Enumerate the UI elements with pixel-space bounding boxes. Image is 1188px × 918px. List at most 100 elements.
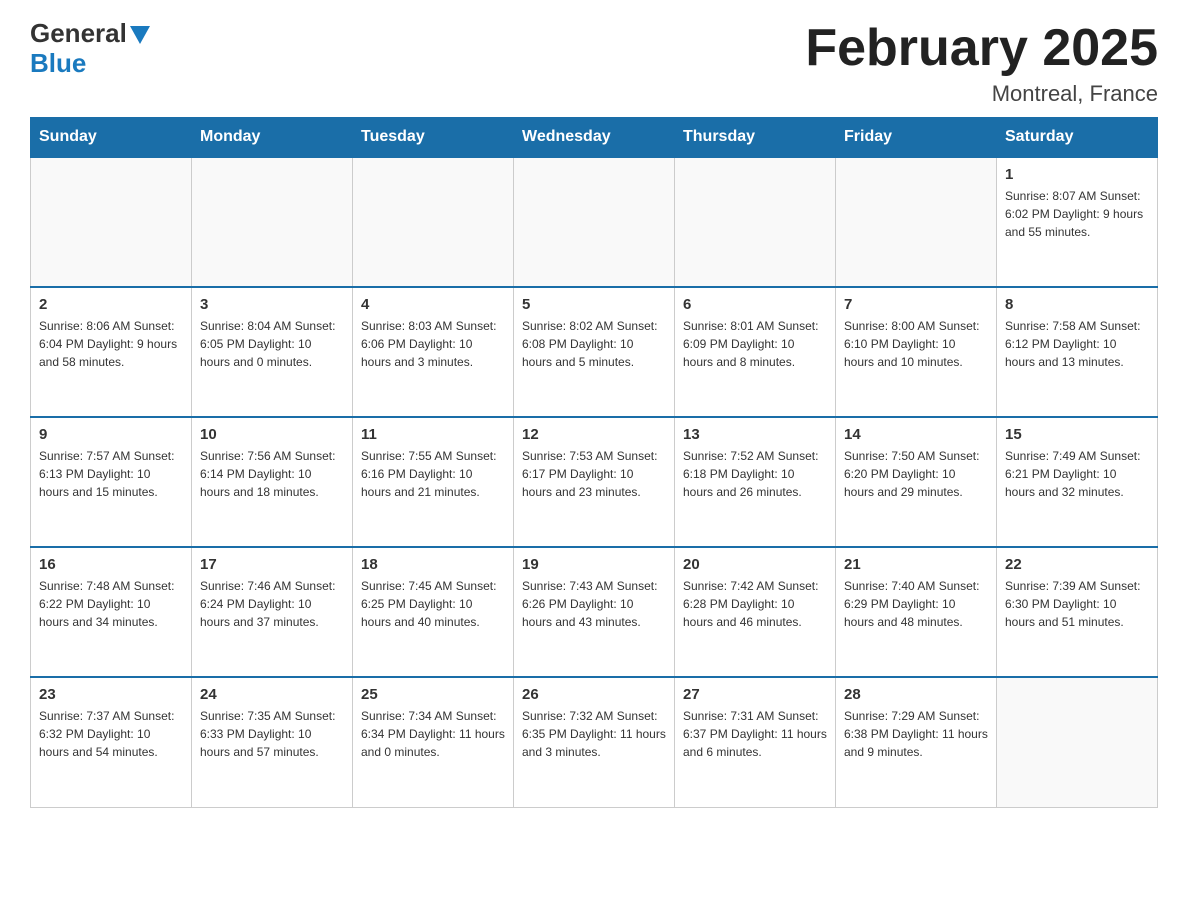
day-number: 24 [200, 686, 344, 703]
calendar-cell: 20 Sunrise: 7:42 AM Sunset: 6:28 PM Dayli… [675, 547, 836, 677]
day-info: Sunrise: 8:01 AM Sunset: 6:09 PM Dayligh… [683, 317, 827, 371]
header-wednesday: Wednesday [514, 118, 675, 158]
day-info: Sunrise: 7:50 AM Sunset: 6:20 PM Dayligh… [844, 447, 988, 501]
day-number: 5 [522, 296, 666, 313]
calendar-cell [31, 157, 192, 287]
week-row-1: 2 Sunrise: 8:06 AM Sunset: 6:04 PM Daylig… [31, 287, 1158, 417]
day-number: 26 [522, 686, 666, 703]
logo-triangle-icon [130, 26, 150, 44]
day-info: Sunrise: 7:29 AM Sunset: 6:38 PM Dayligh… [844, 707, 988, 761]
calendar-cell [192, 157, 353, 287]
day-info: Sunrise: 7:57 AM Sunset: 6:13 PM Dayligh… [39, 447, 183, 501]
calendar-cell: 27 Sunrise: 7:31 AM Sunset: 6:37 PM Dayli… [675, 677, 836, 807]
calendar-cell: 28 Sunrise: 7:29 AM Sunset: 6:38 PM Dayli… [836, 677, 997, 807]
day-number: 20 [683, 556, 827, 573]
calendar-cell: 9 Sunrise: 7:57 AM Sunset: 6:13 PM Daylig… [31, 417, 192, 547]
calendar-cell [997, 677, 1158, 807]
day-number: 14 [844, 426, 988, 443]
day-info: Sunrise: 7:31 AM Sunset: 6:37 PM Dayligh… [683, 707, 827, 761]
day-info: Sunrise: 7:43 AM Sunset: 6:26 PM Dayligh… [522, 577, 666, 631]
day-number: 6 [683, 296, 827, 313]
day-info: Sunrise: 7:37 AM Sunset: 6:32 PM Dayligh… [39, 707, 183, 761]
day-number: 18 [361, 556, 505, 573]
day-number: 8 [1005, 296, 1149, 313]
week-row-2: 9 Sunrise: 7:57 AM Sunset: 6:13 PM Daylig… [31, 417, 1158, 547]
title-block: February 2025 Montreal, France [805, 20, 1158, 107]
calendar-body: 1Sunrise: 8:07 AM Sunset: 6:02 PM Daylig… [31, 157, 1158, 807]
calendar-cell: 26 Sunrise: 7:32 AM Sunset: 6:35 PM Dayli… [514, 677, 675, 807]
logo-general-text: General [30, 20, 127, 46]
day-info: Sunrise: 7:53 AM Sunset: 6:17 PM Dayligh… [522, 447, 666, 501]
calendar-location: Montreal, France [805, 81, 1158, 107]
logo: General Blue [30, 20, 150, 79]
day-number: 4 [361, 296, 505, 313]
day-info: Sunrise: 7:58 AM Sunset: 6:12 PM Dayligh… [1005, 317, 1149, 371]
week-row-3: 16 Sunrise: 7:48 AM Sunset: 6:22 PM Dayli… [31, 547, 1158, 677]
calendar-cell: 25Sunrise: 7:34 AM Sunset: 6:34 PM Dayli… [353, 677, 514, 807]
calendar-cell [675, 157, 836, 287]
header-monday: Monday [192, 118, 353, 158]
day-info: Sunrise: 7:48 AM Sunset: 6:22 PM Dayligh… [39, 577, 183, 631]
day-number: 28 [844, 686, 988, 703]
calendar-cell: 7 Sunrise: 8:00 AM Sunset: 6:10 PM Daylig… [836, 287, 997, 417]
day-info: Sunrise: 8:04 AM Sunset: 6:05 PM Dayligh… [200, 317, 344, 371]
day-info: Sunrise: 8:06 AM Sunset: 6:04 PM Dayligh… [39, 317, 183, 371]
calendar-cell: 6 Sunrise: 8:01 AM Sunset: 6:09 PM Daylig… [675, 287, 836, 417]
header-thursday: Thursday [675, 118, 836, 158]
day-info: Sunrise: 8:00 AM Sunset: 6:10 PM Dayligh… [844, 317, 988, 371]
week-row-4: 23 Sunrise: 7:37 AM Sunset: 6:32 PM Dayli… [31, 677, 1158, 807]
calendar-cell: 3 Sunrise: 8:04 AM Sunset: 6:05 PM Daylig… [192, 287, 353, 417]
day-info: Sunrise: 7:39 AM Sunset: 6:30 PM Dayligh… [1005, 577, 1149, 631]
calendar-cell: 16 Sunrise: 7:48 AM Sunset: 6:22 PM Dayli… [31, 547, 192, 677]
day-number: 17 [200, 556, 344, 573]
calendar-cell: 14 Sunrise: 7:50 AM Sunset: 6:20 PM Dayli… [836, 417, 997, 547]
day-info: Sunrise: 7:52 AM Sunset: 6:18 PM Dayligh… [683, 447, 827, 501]
calendar-cell [836, 157, 997, 287]
day-number: 16 [39, 556, 183, 573]
calendar-cell: 13 Sunrise: 7:52 AM Sunset: 6:18 PM Dayli… [675, 417, 836, 547]
day-number: 15 [1005, 426, 1149, 443]
day-info: Sunrise: 7:49 AM Sunset: 6:21 PM Dayligh… [1005, 447, 1149, 501]
header-friday: Friday [836, 118, 997, 158]
day-info: Sunrise: 8:03 AM Sunset: 6:06 PM Dayligh… [361, 317, 505, 371]
header-saturday: Saturday [997, 118, 1158, 158]
calendar-header: Sunday Monday Tuesday Wednesday Thursday… [31, 118, 1158, 158]
calendar-cell: 24 Sunrise: 7:35 AM Sunset: 6:33 PM Dayli… [192, 677, 353, 807]
day-info: Sunrise: 7:46 AM Sunset: 6:24 PM Dayligh… [200, 577, 344, 631]
calendar-title: February 2025 [805, 20, 1158, 77]
calendar-cell: 11 Sunrise: 7:55 AM Sunset: 6:16 PM Dayli… [353, 417, 514, 547]
day-info: Sunrise: 7:34 AM Sunset: 6:34 PM Dayligh… [361, 707, 505, 761]
header-sunday: Sunday [31, 118, 192, 158]
day-number: 2 [39, 296, 183, 313]
day-info: Sunrise: 7:45 AM Sunset: 6:25 PM Dayligh… [361, 577, 505, 631]
day-number: 11 [361, 426, 505, 443]
calendar-cell: 19 Sunrise: 7:43 AM Sunset: 6:26 PM Dayli… [514, 547, 675, 677]
calendar-cell: 4 Sunrise: 8:03 AM Sunset: 6:06 PM Daylig… [353, 287, 514, 417]
day-info: Sunrise: 7:55 AM Sunset: 6:16 PM Dayligh… [361, 447, 505, 501]
day-number: 9 [39, 426, 183, 443]
day-info: Sunrise: 7:32 AM Sunset: 6:35 PM Dayligh… [522, 707, 666, 761]
day-info: Sunrise: 7:42 AM Sunset: 6:28 PM Dayligh… [683, 577, 827, 631]
calendar-cell: 15 Sunrise: 7:49 AM Sunset: 6:21 PM Dayli… [997, 417, 1158, 547]
calendar-cell [353, 157, 514, 287]
week-row-0: 1Sunrise: 8:07 AM Sunset: 6:02 PM Daylig… [31, 157, 1158, 287]
calendar-cell: 18 Sunrise: 7:45 AM Sunset: 6:25 PM Dayli… [353, 547, 514, 677]
day-info: Sunrise: 7:35 AM Sunset: 6:33 PM Dayligh… [200, 707, 344, 761]
day-number: 23 [39, 686, 183, 703]
day-number: 27 [683, 686, 827, 703]
calendar-cell: 22 Sunrise: 7:39 AM Sunset: 6:30 PM Dayli… [997, 547, 1158, 677]
calendar-cell: 8 Sunrise: 7:58 AM Sunset: 6:12 PM Daylig… [997, 287, 1158, 417]
day-info: Sunrise: 7:40 AM Sunset: 6:29 PM Dayligh… [844, 577, 988, 631]
day-number: 3 [200, 296, 344, 313]
page-header: General Blue February 2025 Montreal, Fra… [30, 20, 1158, 107]
calendar-cell: 10Sunrise: 7:56 AM Sunset: 6:14 PM Dayli… [192, 417, 353, 547]
day-number: 7 [844, 296, 988, 313]
day-number: 19 [522, 556, 666, 573]
calendar-cell: 17 Sunrise: 7:46 AM Sunset: 6:24 PM Dayli… [192, 547, 353, 677]
header-tuesday: Tuesday [353, 118, 514, 158]
day-number: 12 [522, 426, 666, 443]
day-number: 22 [1005, 556, 1149, 573]
day-number: 13 [683, 426, 827, 443]
day-info: Sunrise: 8:07 AM Sunset: 6:02 PM Dayligh… [1005, 187, 1149, 241]
calendar-cell: 21Sunrise: 7:40 AM Sunset: 6:29 PM Dayli… [836, 547, 997, 677]
